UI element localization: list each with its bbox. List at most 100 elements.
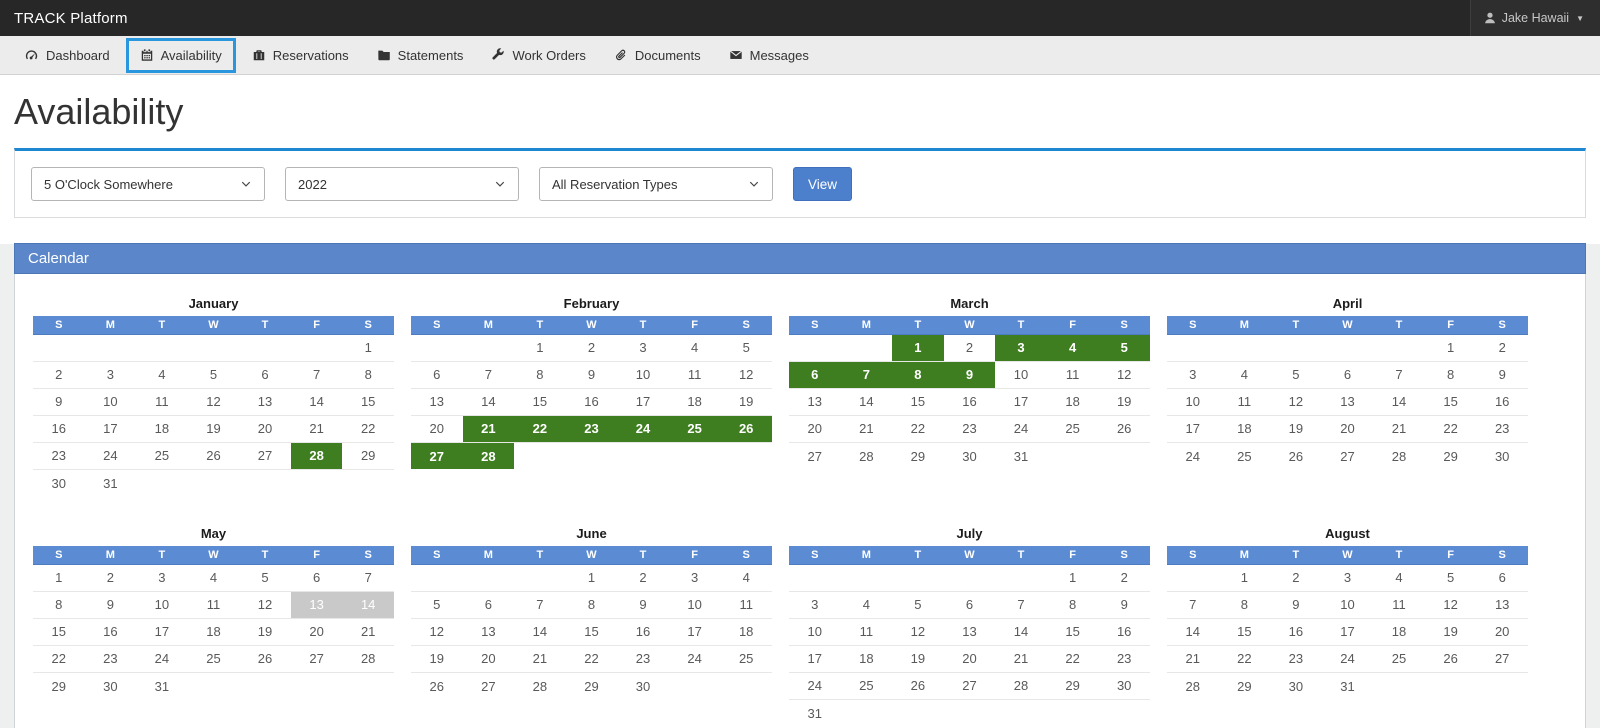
day-cell: 2: [1098, 564, 1150, 591]
nav-item-statements[interactable]: Statements: [363, 36, 478, 75]
day-cell: 24: [1322, 645, 1374, 672]
day-cell: 11: [188, 591, 240, 618]
view-button[interactable]: View: [793, 167, 852, 201]
day-header-cell: F: [1047, 316, 1099, 334]
day-header-cell: S: [1098, 546, 1150, 564]
day-cell: [1373, 672, 1425, 699]
day-cell: 22: [1219, 645, 1271, 672]
day-cell: 8: [1047, 591, 1099, 618]
day-cell: 15: [1425, 388, 1477, 415]
day-header-cell: W: [1322, 546, 1374, 564]
reservation-type-select[interactable]: All Reservation Types: [539, 167, 773, 201]
month-title: April: [1167, 296, 1528, 311]
months-grid: JanuarySMTWTFS12345678910111213141516171…: [15, 274, 1585, 728]
day-cell: 23: [1270, 645, 1322, 672]
day-cell: 22: [1047, 645, 1099, 672]
day-cell: 13: [944, 618, 996, 645]
day-cell: [841, 699, 893, 726]
day-cell: 11: [720, 591, 772, 618]
day-cell: 21: [1373, 415, 1425, 442]
day-cell: 5: [1425, 564, 1477, 591]
calendar-panel: Calendar JanuarySMTWTFS12345678910111213…: [14, 243, 1586, 728]
day-cell: 25: [1219, 442, 1271, 469]
day-cell: 17: [995, 388, 1047, 415]
day-cell: [1047, 699, 1099, 726]
day-cell: 6: [1476, 564, 1528, 591]
day-header-cell: S: [1098, 316, 1150, 334]
day-cell: 30: [944, 442, 996, 469]
day-cell: 4: [1047, 334, 1099, 361]
day-cell: [85, 334, 137, 361]
day-cell: 31: [789, 699, 841, 726]
day-cell: 30: [617, 672, 669, 699]
day-header-cell: M: [1219, 546, 1271, 564]
day-cell: 10: [1167, 388, 1219, 415]
day-header-cell: F: [669, 546, 721, 564]
dashboard-icon: [24, 48, 39, 63]
nav-item-reservations[interactable]: Reservations: [238, 36, 363, 75]
nav-label: Messages: [750, 48, 809, 63]
day-cell: 1: [892, 334, 944, 361]
day-header-cell: S: [789, 546, 841, 564]
day-cell: 19: [720, 388, 772, 415]
day-cell: [291, 672, 343, 699]
day-cell: 23: [33, 442, 85, 469]
day-cell: 31: [85, 469, 137, 496]
nav-item-work-orders[interactable]: Work Orders: [477, 36, 599, 75]
day-cell: 11: [841, 618, 893, 645]
day-cell: 9: [1098, 591, 1150, 618]
user-menu[interactable]: Jake Hawaii ▼: [1470, 0, 1600, 36]
nav-label: Dashboard: [46, 48, 110, 63]
day-cell: 13: [1476, 591, 1528, 618]
day-cell: [188, 672, 240, 699]
month-title: May: [33, 526, 394, 541]
day-header-cell: F: [1425, 546, 1477, 564]
day-cell: 12: [1098, 361, 1150, 388]
day-cell: 28: [1373, 442, 1425, 469]
nav-item-messages[interactable]: Messages: [715, 36, 823, 75]
day-cell: 4: [1373, 564, 1425, 591]
day-cell: 24: [669, 645, 721, 672]
day-cell: 20: [944, 645, 996, 672]
year-select[interactable]: 2022: [285, 167, 519, 201]
day-cell: 8: [33, 591, 85, 618]
day-cell: 4: [720, 564, 772, 591]
day-header-cell: F: [291, 316, 343, 334]
day-cell: 5: [720, 334, 772, 361]
day-cell: 18: [669, 388, 721, 415]
day-cell: [514, 442, 566, 469]
month-title: June: [411, 526, 772, 541]
day-cell: 30: [1476, 442, 1528, 469]
day-cell: 14: [514, 618, 566, 645]
day-cell: 16: [33, 415, 85, 442]
day-cell: 30: [33, 469, 85, 496]
day-cell: [944, 699, 996, 726]
day-header-cell: M: [841, 316, 893, 334]
day-cell: 1: [514, 334, 566, 361]
day-cell: 3: [995, 334, 1047, 361]
month-title: February: [411, 296, 772, 311]
day-cell: 28: [995, 672, 1047, 699]
day-cell: 28: [841, 442, 893, 469]
day-cell: 2: [617, 564, 669, 591]
day-cell: 16: [1476, 388, 1528, 415]
day-cell: [411, 334, 463, 361]
day-cell: 19: [411, 645, 463, 672]
day-cell: 19: [892, 645, 944, 672]
nav-item-documents[interactable]: Documents: [600, 36, 715, 75]
app-title: TRACK Platform: [14, 10, 128, 27]
day-cell: 21: [291, 415, 343, 442]
nav-item-availability[interactable]: Availability: [126, 38, 236, 73]
property-select[interactable]: 5 O'Clock Somewhere: [31, 167, 265, 201]
day-cell: 5: [188, 361, 240, 388]
day-header-cell: T: [995, 316, 1047, 334]
day-cell: 8: [514, 361, 566, 388]
nav-item-dashboard[interactable]: Dashboard: [10, 36, 124, 75]
day-cell: 20: [789, 415, 841, 442]
day-cell: [188, 469, 240, 496]
day-cell: 18: [1219, 415, 1271, 442]
day-cell: [995, 699, 1047, 726]
day-cell: 10: [85, 388, 137, 415]
day-cell: 15: [33, 618, 85, 645]
top-bar: TRACK Platform Jake Hawaii ▼: [0, 0, 1600, 36]
